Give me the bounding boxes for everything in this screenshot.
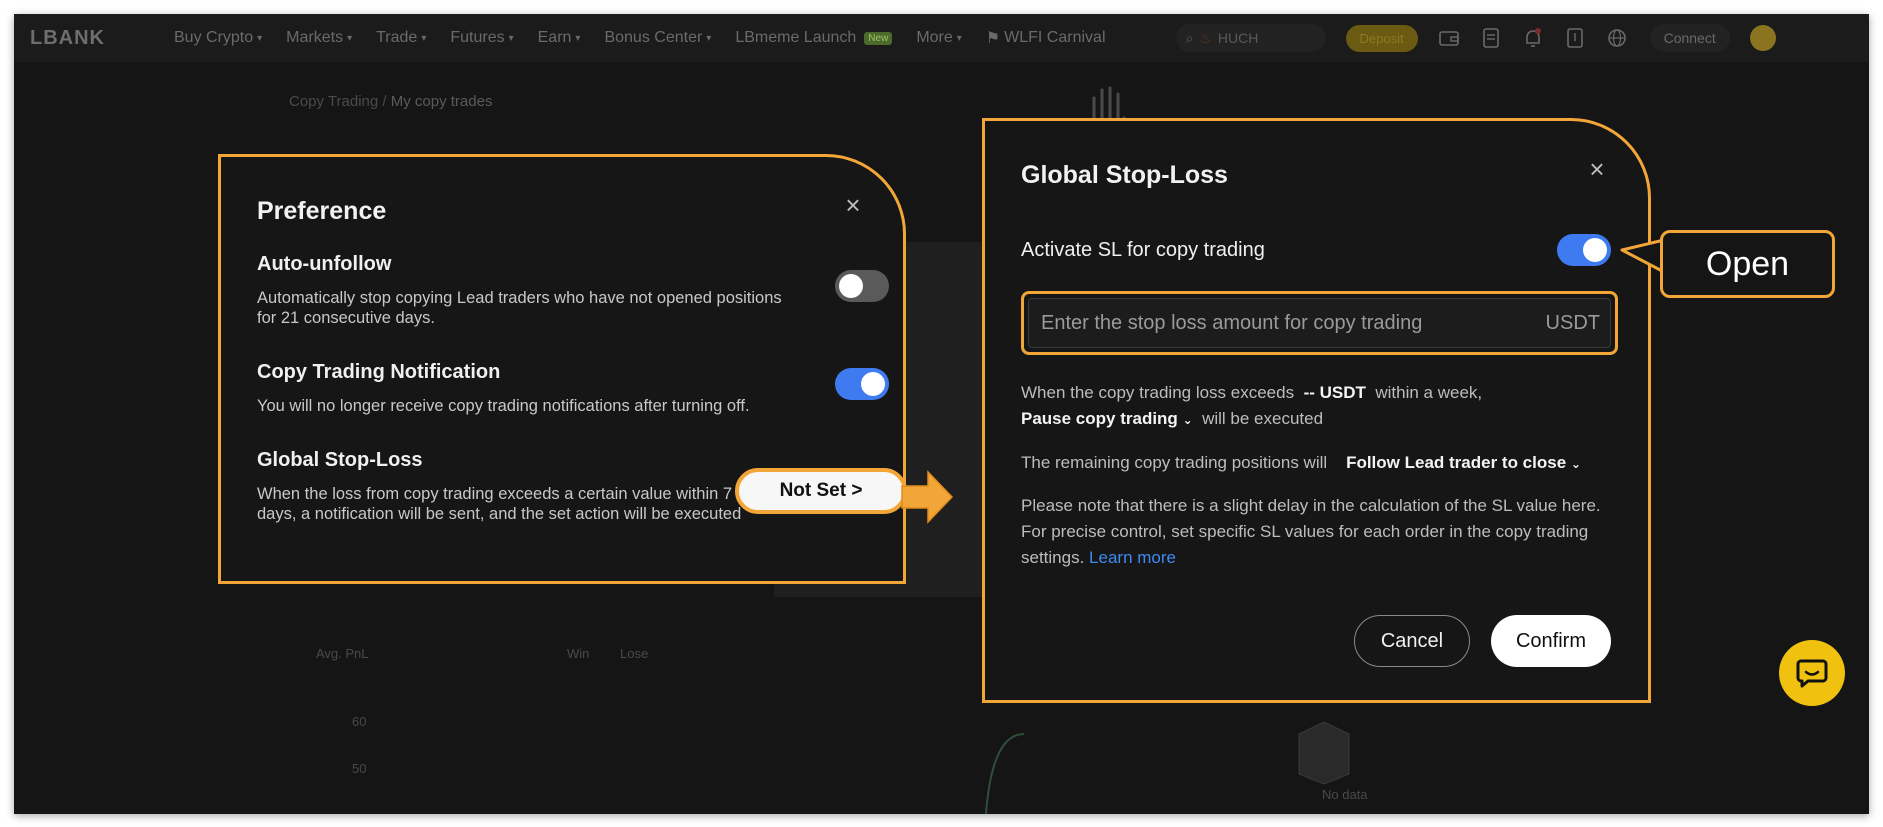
nav-buy-crypto[interactable]: Buy Crypto ▾ [174,29,262,47]
nav-bonus-center[interactable]: Bonus Center ▾ [604,29,711,47]
auto-unfollow-desc: Automatically stop copying Lead traders … [257,289,782,327]
remaining-positions-line: The remaining copy trading positions wil… [1021,453,1581,472]
unit-label: USDT [1545,311,1600,334]
search-value: HUCH [1217,30,1259,46]
remaining-positions-select[interactable]: Follow Lead trader to close ⌄ [1346,453,1581,472]
open-callout: Open [1660,230,1835,298]
action-select[interactable]: Pause copy trading ⌄ [1021,409,1193,428]
nav-lbmeme-launch[interactable]: LBmeme Launch New [735,29,893,47]
toggle-knob [861,372,885,396]
loss-value: -- USDT [1303,383,1366,402]
cancel-button[interactable]: Cancel [1354,615,1470,667]
global-stop-loss-dialog: Global Stop-Loss × Activate SL for copy … [982,118,1651,703]
chevron-down-icon: ▾ [706,32,712,44]
not-set-button[interactable]: Not Set > [735,468,907,514]
auto-unfollow-section: Auto-unfollow Automatically stop copying… [257,253,787,328]
loss-threshold-line: When the copy trading loss exceeds -- US… [1021,383,1483,402]
close-icon[interactable]: × [841,192,865,218]
no-data-label: No data [1322,787,1368,802]
auto-unfollow-toggle[interactable] [835,270,889,302]
sl-delay-note: Please note that there is a slight delay… [1021,496,1601,567]
nav-trade[interactable]: Trade ▾ [376,29,426,47]
breadcrumb: Copy Trading / My copy trades [289,93,493,110]
notification-toggle[interactable] [835,368,889,400]
deposit-button[interactable]: Deposit [1345,24,1418,52]
notification-section: Copy Trading Notification You will no lo… [257,361,827,416]
top-nav: LBANK Buy Crypto ▾ Markets ▾ Trade ▾ Future… [14,14,1869,62]
fire-icon: ♨ [1199,29,1212,46]
preference-title: Preference [257,197,387,225]
auto-unfollow-title: Auto-unfollow [257,253,392,275]
arrow-right-icon [901,470,954,524]
flag-icon: ⚑ [985,30,1001,47]
nav-campaign[interactable]: ⚑ WLFI Carnival [986,28,1106,48]
notification-desc: You will no longer receive copy trading … [257,397,750,415]
search-input[interactable]: ⌕ ♨ HUCH [1175,24,1326,52]
avatar[interactable] [1749,25,1776,51]
support-chat-button[interactable] [1779,640,1845,706]
confirm-button[interactable]: Confirm [1491,615,1611,667]
chevron-down-icon: ⌄ [1570,457,1581,471]
bell-icon[interactable] [1522,27,1544,49]
search-icon: ⌕ [1185,29,1194,46]
chart-line-fragment [985,733,1025,814]
chevron-down-icon: ⌄ [1182,413,1193,427]
toggle-knob [1583,238,1607,262]
tick-label: 60 [352,714,367,729]
global-stop-loss-title: Global Stop-Loss [1021,161,1228,189]
chat-icon [1796,659,1828,688]
preference-dialog: Preference × Auto-unfollow Automatically… [218,154,906,584]
notification-title: Copy Trading Notification [257,361,501,383]
tick-label: 50 [352,761,367,776]
stop-loss-input-highlight: Enter the stop loss amount for copy trad… [1021,291,1618,355]
nav-more[interactable]: More ▾ [916,29,961,47]
chevron-down-icon: ▾ [347,32,353,44]
wallet-icon[interactable] [1438,27,1460,49]
globe-icon[interactable] [1606,27,1628,49]
lose-label: Lose [620,646,649,661]
win-label: Win [567,646,590,661]
stop-loss-section: Global Stop-Loss When the loss from copy… [257,449,747,524]
stop-loss-amount-input[interactable]: Enter the stop loss amount for copy trad… [1028,298,1611,348]
toggle-knob [839,274,863,298]
stop-loss-title: Global Stop-Loss [257,449,423,471]
chevron-down-icon: ▾ [257,32,263,44]
chevron-down-icon: ▾ [421,32,427,44]
callout-tail [1620,238,1666,274]
chevron-down-icon: ▾ [956,32,962,44]
activate-sl-toggle[interactable] [1557,234,1611,266]
chevron-down-icon: ▾ [575,32,581,44]
chevron-down-icon: ▾ [508,32,514,44]
activate-sl-label: Activate SL for copy trading [1021,239,1265,261]
nav-earn[interactable]: Earn ▾ [538,29,581,47]
nav-markets[interactable]: Markets ▾ [286,29,352,47]
breadcrumb-root[interactable]: Copy Trading [289,93,378,110]
breadcrumb-current: My copy trades [390,93,493,110]
nav-futures[interactable]: Futures ▾ [450,29,513,47]
empty-box-illustration [1298,721,1350,784]
learn-more-link[interactable]: Learn more [1089,548,1176,567]
orders-icon[interactable] [1480,27,1502,49]
connect-button[interactable]: Connect [1649,24,1730,52]
avg-pnl-label: Avg. PnL [316,646,369,661]
download-icon[interactable] [1564,27,1586,49]
stop-loss-desc: When the loss from copy trading exceeds … [257,485,742,523]
action-line: Pause copy trading ⌄ will be executed [1021,409,1324,428]
stop-loss-placeholder: Enter the stop loss amount for copy trad… [1041,311,1423,334]
close-icon[interactable]: × [1585,156,1609,182]
new-badge: New [864,31,893,45]
logo: LBANK [30,26,105,49]
